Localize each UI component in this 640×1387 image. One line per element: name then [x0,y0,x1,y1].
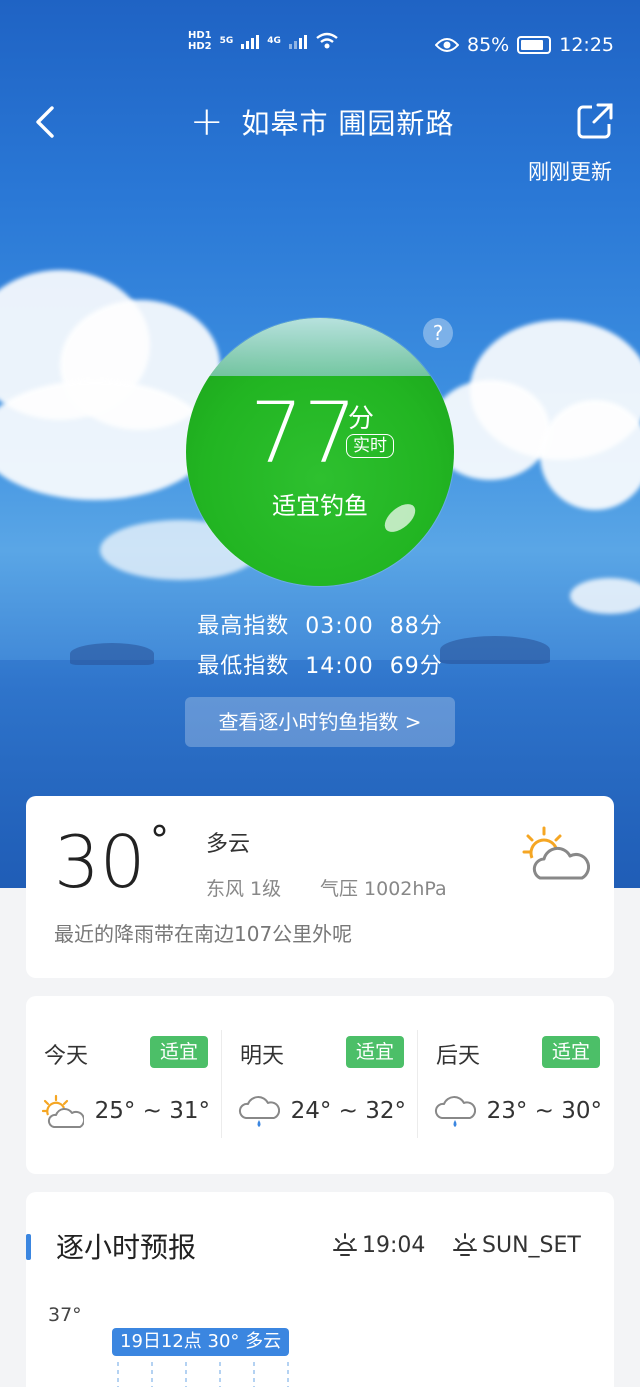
help-icon[interactable]: ? [423,318,453,348]
max-temp-label: 37° [48,1304,82,1326]
max-index-time: 03:00 [305,614,374,639]
sunset-time: SUN_SET [482,1232,581,1258]
rain-note: 最近的降雨带在南边107公里外呢 [54,922,353,946]
signal-icon [288,33,307,49]
forecast-day[interactable]: 今天 适宜 25° ~ 31° [26,996,222,1174]
eye-icon [435,38,459,52]
sunset-info: SUN_SET [452,1232,581,1258]
hourly-title: 逐小时预报 [56,1231,197,1264]
sunset-icon [453,1233,477,1256]
sunrise-info: 19:04 [332,1232,425,1258]
update-status: 刚刚更新 [528,160,612,184]
share-icon[interactable] [576,102,614,140]
hourly-forecast-card: 逐小时预报 19:04 SUN_SET 37° 19日12点 30° 多云 [26,1192,614,1387]
status-bar: HD1 HD2 5G 4G 85% 12:25 [0,30,640,64]
fishing-score: 77 [250,384,357,482]
score-unit: 分 [348,404,375,434]
partly-cloudy-icon [522,826,590,880]
current-condition: 多云 [206,832,251,857]
battery-icon [517,36,552,54]
suitability-badge: 适宜 [345,1036,404,1068]
max-index-label: 最高指数 [197,614,290,639]
hd-indicator: HD1 HD2 [188,30,212,52]
hourly-index-button[interactable]: 查看逐小时钓鱼指数 > [185,697,455,747]
forecast-day-name: 后天 [436,1044,481,1069]
header: + 如皋市 圃园新路 [0,98,640,146]
sunrise-time: 19:04 [362,1232,426,1258]
min-index-score: 69分 [389,654,443,679]
three-day-forecast-card: 今天 适宜 25° ~ 31° 明天 适宜 24° ~ 32° 后天 适宜 23… [26,996,614,1174]
add-location-icon[interactable]: + [190,98,224,146]
fishing-status: 适宜钓鱼 [272,492,368,520]
sunrise-icon [333,1233,357,1256]
current-temp: 30 [54,820,146,904]
network-type-4g: 4G [267,36,281,46]
degree-symbol: ° [150,818,169,862]
clock: 12:25 [559,34,614,56]
wind-info: 东风 1级 [206,878,282,900]
pressure-info: 气压 1002hPa [320,878,447,900]
realtime-badge: 实时 [346,434,394,458]
signal-icon [241,33,260,49]
wifi-icon [316,32,338,49]
min-index-time: 14:00 [305,654,374,679]
max-index-line: 最高指数 03:00 88分 [0,608,640,640]
forecast-day[interactable]: 明天 适宜 24° ~ 32° [222,996,418,1174]
fishing-index-ball[interactable]: 77 分 实时 适宜钓鱼 [186,318,454,586]
rain-cloud-icon [434,1096,476,1127]
min-index-line: 最低指数 14:00 69分 [0,648,640,680]
current-weather-card: 30 ° 多云 东风 1级 气压 1002hPa 最近的降雨带在南边107公里外… [26,796,614,978]
suitability-badge: 适宜 [149,1036,208,1068]
section-accent-bar [26,1234,31,1260]
hourly-tooltip: 19日12点 30° 多云 [112,1328,290,1356]
network-type-5g: 5G [219,36,234,46]
cloud [0,380,210,500]
temp-range: 23° ~ 30° [486,1098,602,1124]
forecast-day[interactable]: 后天 适宜 23° ~ 30° [418,996,614,1174]
rain-cloud-icon [238,1096,280,1127]
suitability-badge: 适宜 [541,1036,600,1068]
battery-percent: 85% [467,34,510,56]
min-index-label: 最低指数 [197,654,290,679]
forecast-day-name: 明天 [240,1044,285,1069]
ball-highlight [186,318,454,376]
temp-range: 25° ~ 31° [94,1098,210,1124]
temp-range: 24° ~ 32° [290,1098,406,1124]
location-title[interactable]: 如皋市 圃园新路 [242,102,455,142]
back-arrow-icon[interactable] [30,104,58,140]
forecast-day-name: 今天 [44,1044,89,1069]
cloud [540,400,640,510]
partly-cloudy-icon [42,1094,84,1128]
max-index-score: 88分 [389,614,443,639]
